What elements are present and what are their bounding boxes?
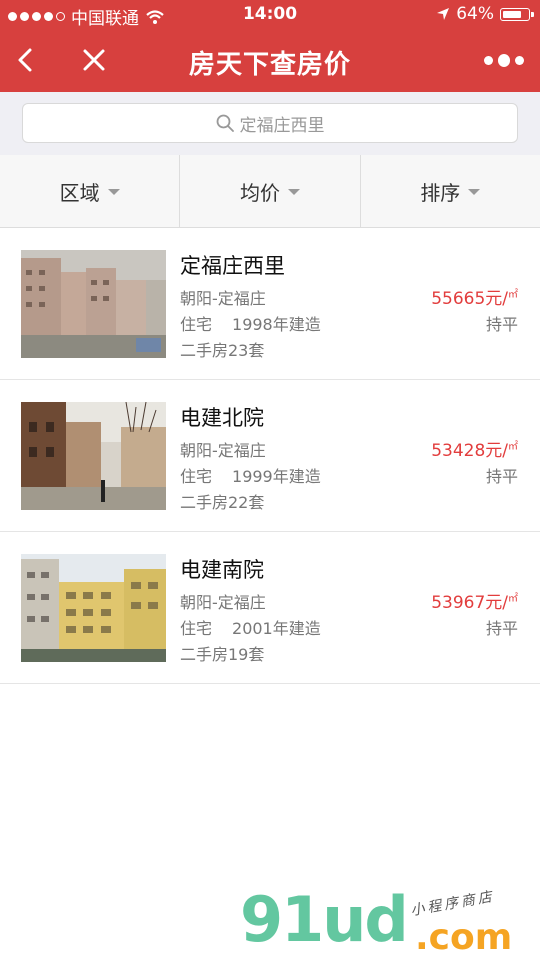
watermark-tld: .com [415,917,513,958]
filter-region[interactable]: 区域 [0,155,181,227]
listing-district: 朝阳-定福庄 [180,289,266,308]
list-item[interactable]: 电建南院 朝阳-定福庄 住宅 2001年建造 二手房19套 53967元/㎡ 持… [0,532,540,684]
listing-built: 2001年建造 [232,619,321,638]
listing-price-unit: ㎡ [508,441,518,453]
listing-built: 1998年建造 [232,315,321,334]
search-placeholder: 定福庄西里 [239,115,325,136]
app-header: 中国联通 14:00 64% 房天下查房价 [0,0,540,92]
page-title: 房天下查房价 [188,50,351,80]
listing-photo [21,554,166,662]
filter-sort[interactable]: 排序 [361,155,540,227]
listing-trend: 持平 [485,315,518,334]
listing-meta: 住宅 1998年建造 [180,311,321,335]
status-bar: 中国联通 14:00 64% [0,0,540,30]
listing-stock: 二手房22套 [180,493,265,512]
listing-name: 电建南院 [180,558,264,582]
listing-photo [21,250,166,358]
filter-label: 均价 [239,180,280,205]
listing-name: 定福庄西里 [180,254,285,278]
search-area: 定福庄西里 [0,92,540,155]
listing-trend: 持平 [485,467,518,486]
caret-down-icon [468,189,481,195]
listing-type: 住宅 [180,467,213,486]
listing-price-value: 53428元/ [431,441,508,461]
caret-down-icon [107,189,120,195]
listing-type: 住宅 [180,619,213,638]
listing-photo [21,402,166,510]
listing-type: 住宅 [180,315,213,334]
watermark-slogan: 小程序商店 [409,888,496,920]
listing-district: 朝阳-定福庄 [180,441,266,460]
status-right: 64% [436,4,534,24]
battery-icon [500,7,534,21]
list-item[interactable]: 电建北院 朝阳-定福庄 住宅 1999年建造 二手房22套 53428元/㎡ 持… [0,380,540,532]
listing-district: 朝阳-定福庄 [180,593,266,612]
listing-price: 53428元/㎡ [431,436,518,461]
listing-stock: 二手房23套 [180,341,265,360]
listing-list: 定福庄西里 朝阳-定福庄 住宅 1998年建造 二手房23套 55665元/㎡ … [0,228,540,684]
listing-price: 55665元/㎡ [431,284,518,309]
watermark-brand: 91ud [240,883,409,956]
listing-name: 电建北院 [180,406,264,430]
battery-percent: 64% [456,4,494,24]
listing-trend: 持平 [485,619,518,638]
more-options-icon[interactable] [484,48,524,72]
listing-built: 1999年建造 [232,467,321,486]
location-arrow-icon [437,8,450,20]
nav-bar: 房天下查房价 [0,30,540,92]
filter-label: 排序 [420,180,461,205]
listing-price-unit: ㎡ [508,593,518,605]
list-item[interactable]: 定福庄西里 朝阳-定福庄 住宅 1998年建造 二手房23套 55665元/㎡ … [0,228,540,380]
listing-price-value: 53967元/ [431,593,508,613]
search-icon [216,114,234,132]
search-input[interactable]: 定福庄西里 [22,103,518,143]
listing-stock: 二手房19套 [180,645,265,664]
listing-price: 53967元/㎡ [431,588,518,613]
filter-bar: 区域 均价 排序 [0,155,540,228]
filter-label: 区域 [59,180,100,205]
filter-avg-price[interactable]: 均价 [180,155,361,227]
caret-down-icon [287,189,300,195]
listing-meta: 住宅 2001年建造 [180,615,321,639]
listing-price-value: 55665元/ [431,289,508,309]
listing-meta: 住宅 1999年建造 [180,463,321,487]
listing-price-unit: ㎡ [508,289,518,301]
watermark-logo: 91ud 小程序商店 .com [240,885,540,960]
